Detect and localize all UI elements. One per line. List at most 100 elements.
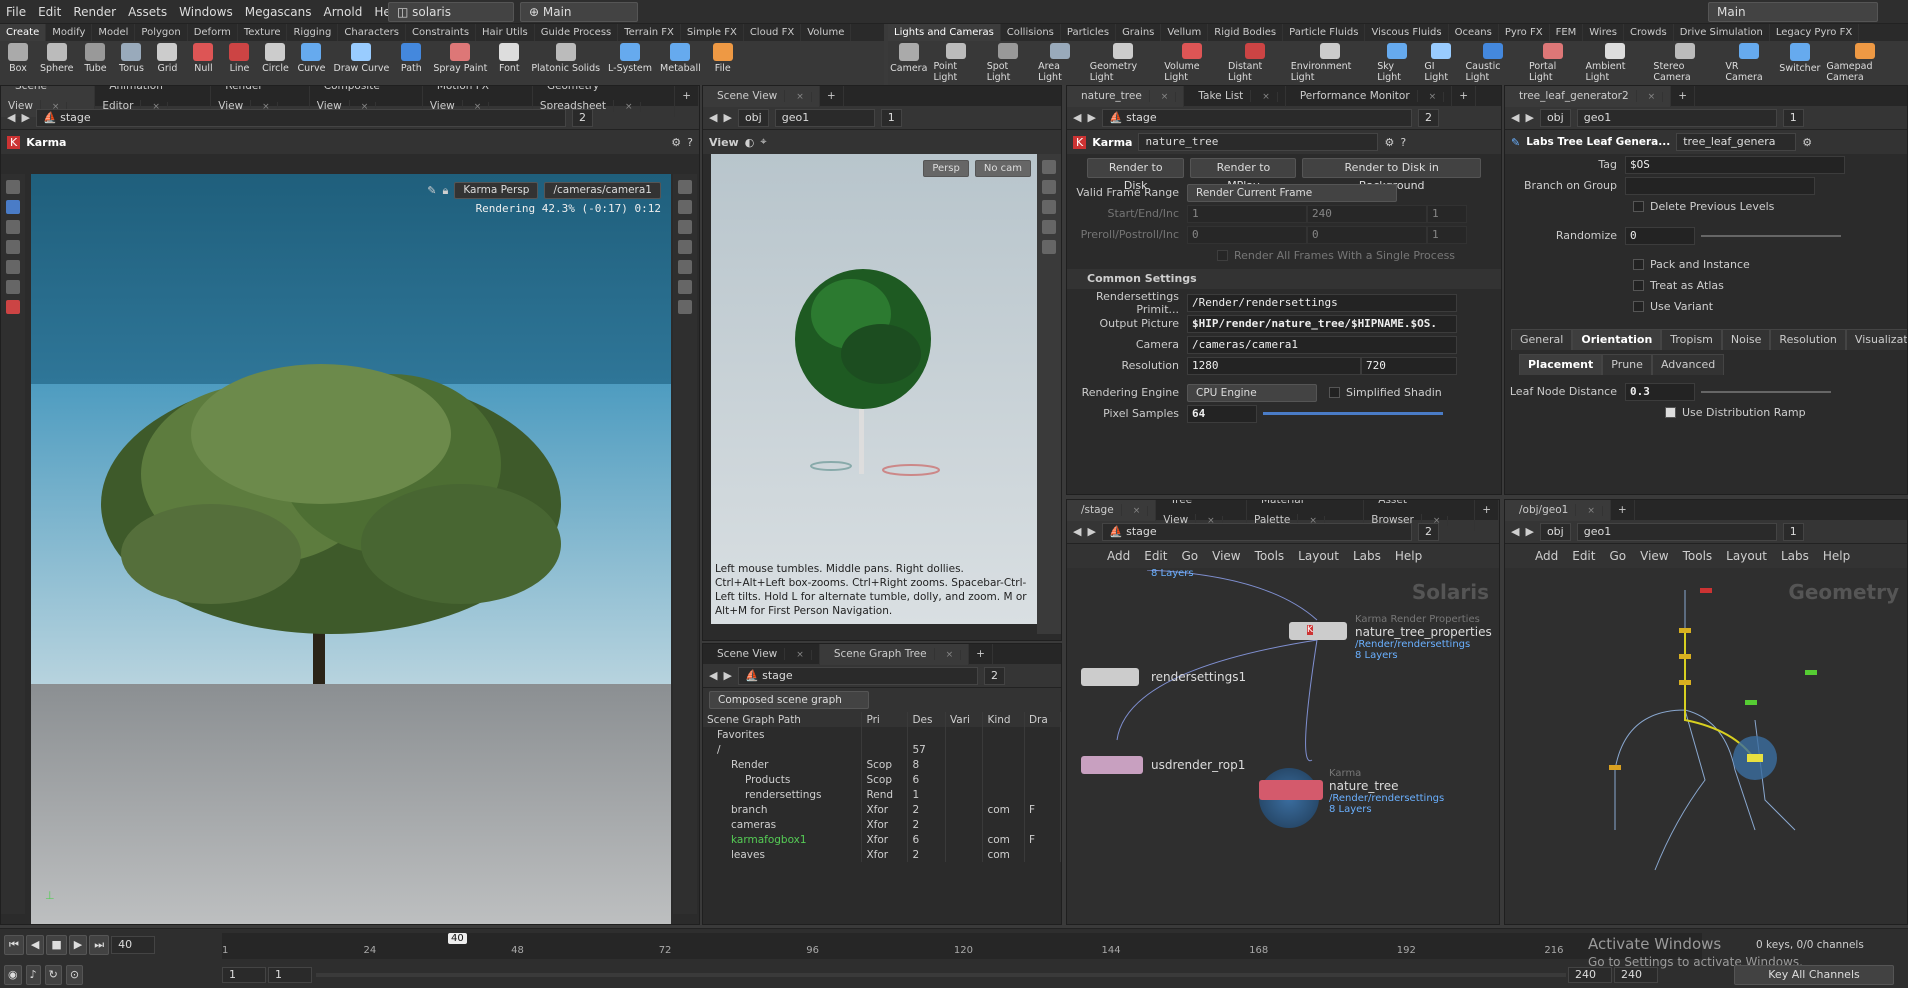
leaf-tab-visualization[interactable]: Visualization [1845,329,1907,350]
table-row[interactable]: Products Scop 6 [703,772,1061,787]
tool-camera[interactable]: Camera [888,41,929,85]
randomize-slider[interactable] [1701,234,1841,237]
common-settings-section[interactable]: Common Settings [1067,269,1501,289]
branch-group-field[interactable] [1625,176,1815,195]
ghost-icon[interactable] [678,200,692,214]
valid-frame-dropdown[interactable]: Render Current Frame [1187,183,1397,202]
render-viewport[interactable]: ✎ 🔒︎ Karma Persp /cameras/camera1 Renderi… [31,174,671,924]
help-icon[interactable]: ? [1400,136,1406,149]
column-header[interactable]: Scene Graph Path [703,712,863,727]
tool-grid[interactable]: Grid [149,41,185,85]
leaf-tab-tropism[interactable]: Tropism [1661,329,1722,350]
lock-cam-icon[interactable]: 🔒︎ [442,184,448,198]
back-icon[interactable]: ◀ [1073,525,1081,538]
pane-link-number[interactable]: 1 [1782,108,1804,127]
render-button-0[interactable]: Render to Disk [1087,158,1185,192]
network-menu-go[interactable]: Go [1609,549,1626,563]
desktop-right-dropdown[interactable]: Main [1708,2,1878,22]
karma-render-properties-node[interactable]: K [1289,622,1347,640]
pane-link-number[interactable]: 2 [571,108,593,127]
solaris-network-canvas[interactable]: Solaris 8 Layers K Karma Render Properti… [1067,568,1499,924]
node-path-field[interactable]: geo1 [1576,108,1777,127]
realtime-icon[interactable]: ◉ [4,965,22,985]
network-menu-labs[interactable]: Labs [1781,549,1809,563]
tool-area-light[interactable]: Area Light [1034,41,1086,85]
forward-icon[interactable]: ▶ [1087,525,1095,538]
camera-menu[interactable]: Karma Persp [454,182,539,199]
back-icon[interactable]: ◀ [1073,111,1081,124]
tab-scene-view[interactable]: Scene View × [703,86,820,107]
display-option-icon[interactable] [678,180,692,194]
shelf-tab-deform[interactable]: Deform [188,24,238,41]
range-slider[interactable] [316,973,1566,977]
snapshot-icon[interactable] [678,240,692,254]
network-menu-add[interactable]: Add [1535,549,1558,563]
karma-rop-node[interactable] [1259,780,1323,800]
tool-line[interactable]: Line [221,41,257,85]
tab-take-list[interactable]: Take List × [1184,86,1286,107]
loop-icon[interactable]: ↻ [44,965,62,985]
pencil-icon[interactable]: ✎ [427,184,436,197]
context-dropdown[interactable]: ◫ solaris [388,2,514,22]
range-start2-field[interactable]: 1 [268,967,312,983]
tab-tree_leaf_generator2[interactable]: tree_leaf_generator2 × [1505,86,1672,107]
magnet-icon[interactable] [6,300,20,314]
back-icon[interactable]: ◀ [709,669,717,682]
node-name[interactable]: nature_tree_properties [1355,625,1492,639]
rendering-engine-dropdown[interactable]: CPU Engine [1187,383,1317,402]
key-all-channels-button[interactable]: Key All Channels [1734,965,1894,985]
gear-icon[interactable]: ⚙ [671,136,681,149]
menu-item-edit[interactable]: Edit [32,0,67,24]
stage-path-field[interactable]: ⛵ stage [35,108,566,127]
forward-icon[interactable]: ▶ [1087,111,1095,124]
tool-file[interactable]: File [705,41,741,85]
rendersettings-field[interactable]: /Render/rendersettings [1187,293,1457,312]
shading-icon[interactable]: ◐ [745,136,755,149]
tool-sphere[interactable]: Sphere [36,41,77,85]
shelf-tab-legacy-pyro-fx[interactable]: Legacy Pyro FX [1770,24,1860,41]
context-field[interactable]: obj [737,108,769,127]
use-variant-checkbox[interactable] [1633,301,1644,312]
gear-icon[interactable]: ⚙ [1802,136,1812,149]
pane-link-number[interactable]: 2 [1417,108,1439,127]
network-menu-view[interactable]: View [1640,549,1668,563]
tool-box[interactable]: Box [0,41,36,85]
pane-link-number[interactable]: 2 [1417,522,1439,541]
randomize-field[interactable]: 0 [1625,226,1695,245]
back-icon[interactable]: ◀ [709,111,717,124]
shelf-tab-characters[interactable]: Characters [338,24,406,41]
shelf-tab-drive-simulation[interactable]: Drive Simulation [1674,24,1770,41]
close-tab-icon[interactable]: × [1255,91,1278,102]
camera-tool-icon[interactable] [6,280,20,294]
shelf-tab-vellum[interactable]: Vellum [1161,24,1209,41]
shelf-tab-particle-fluids[interactable]: Particle Fluids [1283,24,1366,41]
close-tab-icon[interactable]: × [1640,91,1664,102]
pane-link-number[interactable]: 2 [983,666,1005,685]
tab--stage[interactable]: /stage × [1067,500,1157,521]
close-tab-icon[interactable]: × [1125,505,1149,516]
table-row[interactable]: Favorites [703,727,1061,742]
table-row[interactable]: / 57 [703,742,1061,757]
handle-tool-icon[interactable] [6,220,20,234]
node-path-field[interactable]: geo1 [774,108,875,127]
back-icon[interactable]: ◀ [1511,111,1519,124]
menu-item-arnold[interactable]: Arnold [318,0,369,24]
resolution-y-field[interactable]: 720 [1361,356,1457,375]
pixel-samples-slider[interactable] [1263,412,1443,415]
column-header[interactable]: Des [907,712,946,727]
usdrender-rop-node-name[interactable]: usdrender_rop1 [1151,758,1245,772]
pose-tool-icon[interactable] [6,260,20,274]
forward-icon[interactable]: ▶ [1525,525,1533,538]
node-name-field[interactable]: nature_tree [1138,133,1379,151]
treat-atlas-checkbox[interactable] [1633,280,1644,291]
tool-geometry-light[interactable]: Geometry Light [1086,41,1161,85]
shelf-tab-texture[interactable]: Texture [238,24,288,41]
add-tab-icon[interactable]: + [1475,500,1499,520]
pack-instance-checkbox[interactable] [1633,259,1644,270]
menu-item-megascans[interactable]: Megascans [239,0,318,24]
lock-icon[interactable] [1042,200,1056,214]
network-menu-tools[interactable]: Tools [1683,549,1713,563]
light-icon[interactable] [1042,220,1056,234]
shelf-tab-terrain-fx[interactable]: Terrain FX [618,24,681,41]
shelf-tab-constraints[interactable]: Constraints [406,24,477,41]
